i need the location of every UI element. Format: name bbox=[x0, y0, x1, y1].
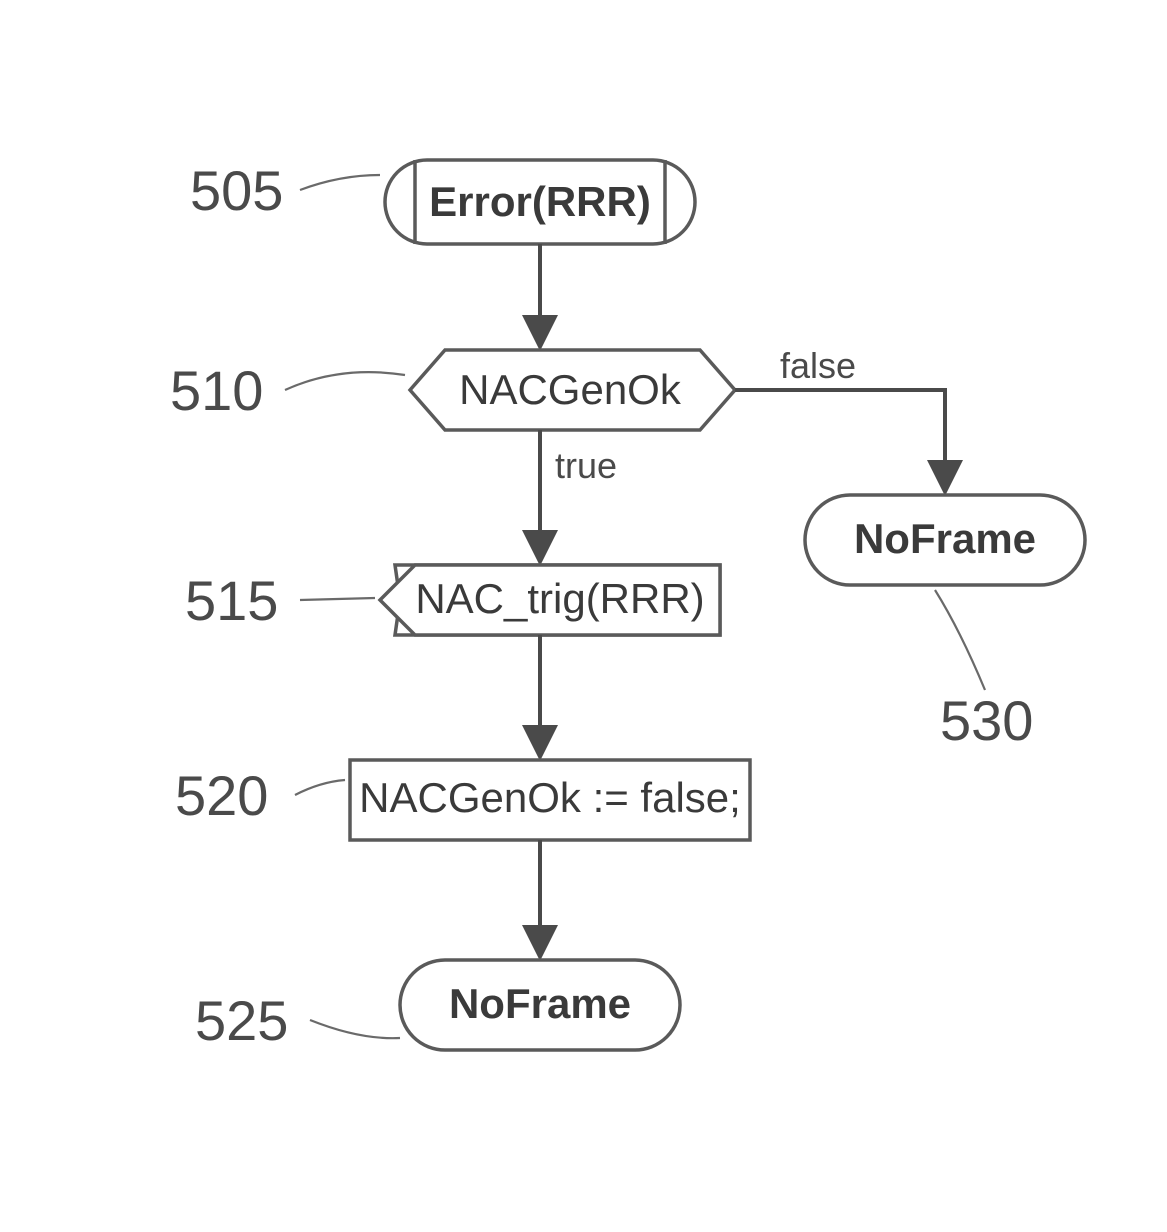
edge-true-label: true bbox=[555, 445, 617, 486]
flowchart-diagram: Error(RRR) 505 NACGenOk 510 true false N… bbox=[0, 0, 1167, 1232]
node-nacgenok-text: NACGenOk bbox=[459, 366, 682, 413]
ref-520: 520 bbox=[175, 764, 268, 827]
ref-525: 525 bbox=[195, 989, 288, 1052]
node-assign-nacgenok: NACGenOk := false; bbox=[350, 760, 750, 840]
lead-520 bbox=[295, 780, 345, 795]
lead-510 bbox=[285, 372, 405, 390]
node-nac-trig-text: NAC_trig(RRR) bbox=[415, 575, 704, 622]
node-noframe-right: NoFrame bbox=[805, 495, 1085, 585]
node-noframe-right-text: NoFrame bbox=[854, 515, 1036, 562]
lead-525 bbox=[310, 1020, 400, 1038]
ref-530: 530 bbox=[940, 689, 1033, 752]
ref-510: 510 bbox=[170, 359, 263, 422]
edge-510-false bbox=[735, 390, 945, 490]
lead-505 bbox=[300, 175, 380, 190]
node-nac-trig: NAC_trig(RRR) bbox=[380, 565, 720, 635]
ref-515: 515 bbox=[185, 569, 278, 632]
node-noframe-bottom-text: NoFrame bbox=[449, 980, 631, 1027]
node-error-rrr: Error(RRR) bbox=[385, 160, 695, 244]
lead-530 bbox=[935, 590, 985, 690]
ref-505: 505 bbox=[190, 159, 283, 222]
node-assign-text: NACGenOk := false; bbox=[359, 774, 741, 821]
edge-false-label: false bbox=[780, 345, 856, 386]
lead-515 bbox=[300, 598, 375, 600]
node-nacgenok-decision: NACGenOk bbox=[410, 350, 735, 430]
node-error-rrr-text: Error(RRR) bbox=[429, 178, 651, 225]
node-noframe-bottom: NoFrame bbox=[400, 960, 680, 1050]
